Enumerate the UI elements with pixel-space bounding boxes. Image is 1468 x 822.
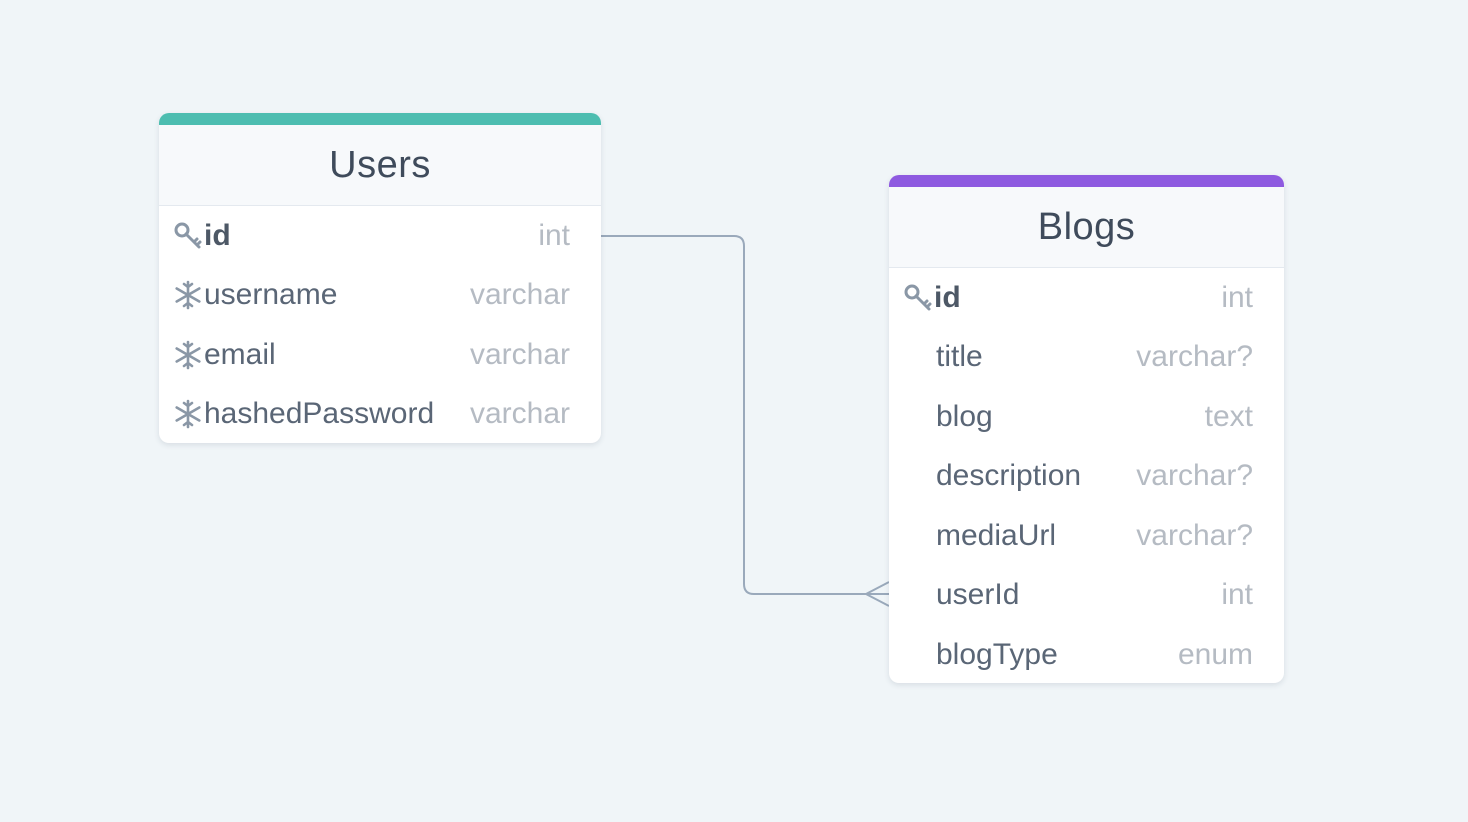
- field-row-userid[interactable]: userId int: [889, 566, 1284, 626]
- relation-line[interactable]: [601, 235, 889, 595]
- snowflake-icon: [173, 399, 203, 429]
- field-row-blog[interactable]: blog text: [889, 387, 1284, 447]
- field-row-username[interactable]: username varchar: [159, 266, 601, 326]
- snowflake-icon: [173, 340, 203, 370]
- field-name: id: [204, 218, 231, 252]
- field-name: username: [204, 278, 338, 312]
- field-row-id[interactable]: id int: [889, 268, 1284, 328]
- field-type: int: [538, 218, 570, 252]
- field-type: enum: [1177, 637, 1253, 671]
- field-type: varchar: [469, 397, 570, 431]
- field-row-description[interactable]: description varchar?: [889, 447, 1284, 507]
- field-type: varchar?: [1136, 518, 1253, 552]
- field-row-hashedpassword[interactable]: hashedPassword varchar: [159, 385, 601, 444]
- field-name: id: [934, 280, 961, 314]
- field-row-blogtype[interactable]: blogType enum: [889, 625, 1284, 683]
- field-type: varchar?: [1136, 340, 1253, 374]
- field-name: description: [936, 459, 1082, 493]
- field-name: hashedPassword: [204, 397, 435, 431]
- field-type: int: [1221, 280, 1253, 314]
- table-header[interactable]: Blogs: [889, 187, 1284, 268]
- field-name: blog: [936, 399, 993, 433]
- field-name: email: [204, 337, 276, 371]
- field-type: varchar: [469, 278, 570, 312]
- key-icon: [903, 283, 933, 313]
- table-accent-bar: [159, 113, 601, 125]
- field-type: int: [1221, 578, 1253, 612]
- table-users[interactable]: Users id int username varchar email varc…: [159, 113, 601, 443]
- field-row-title[interactable]: title varchar?: [889, 328, 1284, 388]
- key-icon: [173, 221, 203, 251]
- field-name: mediaUrl: [936, 518, 1057, 552]
- table-blogs[interactable]: Blogs id int title varchar? blog text de…: [889, 175, 1284, 683]
- table-accent-bar: [889, 175, 1284, 187]
- diagram-canvas: Users id int username varchar email varc…: [0, 0, 1468, 822]
- field-row-email[interactable]: email varchar: [159, 325, 601, 385]
- snowflake-icon: [173, 280, 203, 310]
- field-row-id[interactable]: id int: [159, 206, 601, 266]
- field-type: varchar: [469, 337, 570, 371]
- field-name: title: [936, 340, 983, 374]
- table-header[interactable]: Users: [159, 125, 601, 206]
- field-row-mediaurl[interactable]: mediaUrl varchar?: [889, 506, 1284, 566]
- field-type: varchar?: [1136, 459, 1253, 493]
- field-name: userId: [936, 578, 1020, 612]
- field-name: blogType: [936, 637, 1058, 671]
- field-type: text: [1204, 399, 1253, 433]
